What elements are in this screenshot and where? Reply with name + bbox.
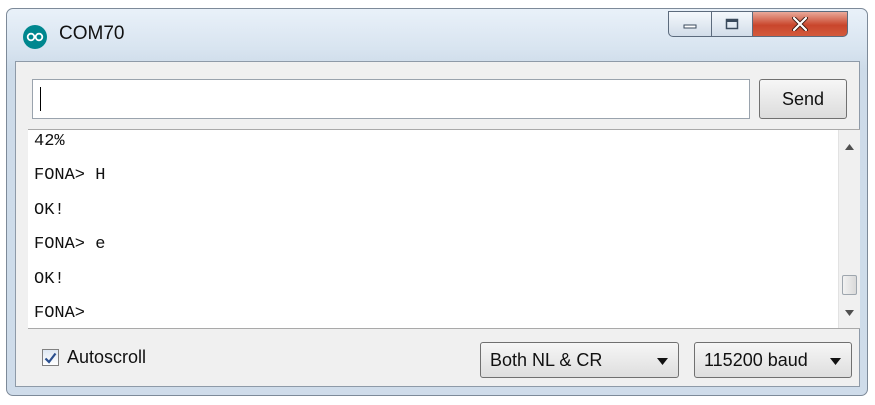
output-line: OK! — [34, 269, 65, 289]
autoscroll-control[interactable]: Autoscroll — [42, 347, 146, 368]
serial-output[interactable]: 42% FONA> H OK! FONA> e OK! FONA> — [28, 129, 860, 329]
autoscroll-label: Autoscroll — [67, 347, 147, 367]
line-ending-value: Both NL & CR — [490, 349, 603, 370]
maximize-button[interactable] — [711, 11, 753, 37]
baud-rate-select[interactable]: 115200 baud — [694, 342, 852, 378]
serial-monitor-window: COM70 Send 42% FONA> H OK! FONA> e OK! F… — [6, 8, 868, 396]
scrollbar-thumb[interactable] — [842, 275, 857, 295]
output-lines: 42% FONA> H OK! FONA> e OK! FONA> — [34, 130, 836, 328]
line-ending-select[interactable]: Both NL & CR — [480, 342, 679, 378]
checkmark-icon — [44, 352, 57, 364]
maximize-icon — [725, 18, 739, 30]
minimize-button[interactable] — [668, 11, 712, 37]
scroll-up-arrow-icon[interactable] — [844, 142, 854, 152]
baud-rate-value: 115200 baud — [704, 349, 808, 370]
text-caret — [40, 87, 41, 111]
serial-monitor-client: Send 42% FONA> H OK! FONA> e OK! FONA> A… — [15, 61, 860, 387]
output-line: FONA> e — [34, 235, 106, 255]
window-title: COM70 — [59, 23, 125, 44]
output-line: FONA> — [34, 303, 86, 323]
serial-input[interactable] — [32, 79, 750, 119]
output-line: OK! — [34, 200, 65, 220]
chevron-down-icon — [830, 358, 841, 365]
vertical-scrollbar[interactable] — [838, 130, 860, 328]
input-row: Send — [16, 62, 859, 122]
arduino-infinity-icon — [23, 25, 47, 49]
autoscroll-checkbox[interactable] — [42, 349, 59, 366]
minimize-icon — [683, 24, 697, 29]
output-line: 42% — [34, 132, 65, 151]
scroll-down-arrow-icon[interactable] — [844, 308, 854, 318]
bottom-bar: Autoscroll Both NL & CR 115200 baud — [16, 337, 859, 387]
output-line: FONA> H — [34, 166, 106, 186]
close-icon — [792, 17, 808, 31]
chevron-down-icon — [657, 358, 668, 365]
close-button[interactable] — [752, 11, 848, 37]
title-bar[interactable]: COM70 — [7, 9, 867, 61]
send-button[interactable]: Send — [759, 79, 847, 119]
